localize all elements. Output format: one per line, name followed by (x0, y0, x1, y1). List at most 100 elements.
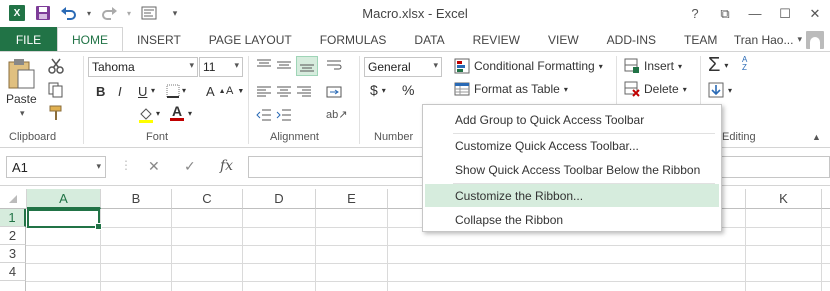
chevron-down-icon: ▾ (724, 61, 729, 70)
name-box[interactable]: A1 ▾ (6, 156, 106, 178)
menu-item-customize-qat[interactable]: Customize Quick Access Toolbar... (425, 134, 719, 157)
insert-cells-label: Insert (644, 59, 675, 73)
select-all-corner[interactable] (0, 189, 27, 209)
column-header-d[interactable]: D (243, 189, 316, 209)
tab-home[interactable]: HOME (57, 27, 123, 52)
cancel-entry-icon[interactable]: ✕ (148, 158, 160, 175)
tab-insert[interactable]: INSERT (123, 27, 195, 52)
number-format-value: General (368, 60, 411, 74)
row-header-1[interactable]: 1 (0, 209, 26, 227)
chevron-down-icon: ▾ (563, 84, 568, 94)
menu-item-add-group-to-qat[interactable]: Add Group to Quick Access Toolbar (425, 108, 719, 131)
insert-cells-button[interactable]: Insert ▾ (624, 58, 682, 74)
underline-label: U (138, 84, 148, 99)
tab-add-ins[interactable]: ADD-INS (593, 27, 670, 52)
number-format-select[interactable]: General ▾ (364, 57, 442, 77)
maximize-button[interactable]: ☐ (770, 0, 800, 27)
italic-label: I (118, 84, 122, 99)
conditional-formatting-button[interactable]: Conditional Formatting ▾ (454, 58, 603, 74)
underline-dropdown-icon[interactable]: ▾ (151, 86, 155, 95)
format-as-table-button[interactable]: Format as Table ▾ (454, 81, 568, 97)
font-name-select[interactable]: Tahoma ▾ (88, 57, 198, 77)
minimize-button[interactable]: — (740, 0, 770, 27)
confirm-entry-icon[interactable]: ✓ (184, 158, 196, 175)
wrap-text-icon[interactable] (326, 58, 342, 72)
group-separator (83, 56, 84, 144)
close-button[interactable]: ✕ (800, 0, 830, 27)
merge-center-icon[interactable] (326, 85, 342, 99)
column-header-a[interactable]: A (27, 189, 101, 209)
chevron-down-icon: ▾ (189, 60, 194, 70)
currency-button[interactable]: $ ▾ (370, 82, 386, 98)
active-cell-a1[interactable] (27, 209, 102, 230)
fill-color-dropdown-icon[interactable]: ▾ (156, 109, 160, 118)
column-header-c[interactable]: C (172, 189, 243, 209)
currency-label: $ (370, 82, 378, 98)
align-middle-icon[interactable] (276, 58, 292, 72)
orientation-icon[interactable]: ab↗ (326, 108, 347, 121)
italic-button[interactable]: I (118, 84, 122, 99)
collapse-ribbon-icon[interactable]: ▲ (812, 132, 821, 142)
column-header-b[interactable]: B (101, 189, 172, 209)
paste-button[interactable]: Paste ▾ (6, 58, 37, 119)
sort-filter-button[interactable]: AZ (742, 56, 747, 72)
borders-icon[interactable] (166, 84, 180, 98)
ribbon-context-menu: Add Group to Quick Access Toolbar Custom… (422, 104, 722, 232)
increase-font-icon[interactable]: A ▲ (206, 84, 226, 99)
increase-indent-icon[interactable] (276, 108, 292, 122)
column-header-e[interactable]: E (316, 189, 388, 209)
formula-bar-drag-handle[interactable]: ⋮ (120, 158, 132, 172)
menu-item-customize-ribbon[interactable]: Customize the Ribbon... (425, 184, 719, 207)
chevron-down-icon: ▾ (234, 60, 239, 70)
font-size-select[interactable]: 11 ▾ (199, 57, 243, 77)
bold-button[interactable]: B (96, 84, 105, 99)
percent-button[interactable]: % (402, 82, 414, 98)
format-painter-icon[interactable] (48, 105, 64, 121)
tab-formulas[interactable]: FORMULAS (306, 27, 401, 52)
align-left-icon[interactable] (256, 85, 272, 99)
align-center-icon[interactable] (276, 85, 292, 99)
user-name: Tran Hao... (733, 32, 794, 47)
chevron-down-icon: ▾ (678, 61, 683, 71)
menu-item-show-qat-below-ribbon[interactable]: Show Quick Access Toolbar Below the Ribb… (425, 158, 719, 181)
delete-cells-button[interactable]: Delete ▾ (624, 81, 687, 97)
chevron-down-icon: ▾ (682, 84, 687, 94)
help-button[interactable]: ? (680, 0, 710, 27)
tab-data[interactable]: DATA (400, 27, 458, 52)
alignment-group-label: Alignment (270, 131, 319, 143)
autosum-button[interactable]: Σ ▾ (708, 54, 728, 77)
align-bottom-icon[interactable] (296, 56, 318, 76)
row-header-3[interactable]: 3 (0, 245, 26, 263)
tab-view[interactable]: VIEW (534, 27, 593, 52)
copy-icon[interactable] (48, 82, 64, 98)
align-top-icon[interactable] (256, 58, 272, 72)
paste-label: Paste (6, 92, 37, 106)
decrease-indent-icon[interactable] (256, 108, 272, 122)
ribbon-display-options-icon[interactable]: ⧉ (710, 0, 740, 27)
chevron-down-icon: ▾ (728, 85, 733, 95)
tab-team[interactable]: TEAM (670, 27, 731, 52)
row-header-5[interactable] (0, 281, 26, 291)
fill-button[interactable]: ▾ (708, 82, 732, 98)
font-color-icon[interactable]: A (170, 104, 184, 121)
clipboard-group-label: Clipboard (9, 131, 57, 143)
borders-dropdown-icon[interactable]: ▾ (182, 86, 186, 95)
decrease-font-icon[interactable]: A ▼ (226, 85, 244, 97)
insert-function-icon[interactable]: fx (220, 158, 233, 174)
align-right-icon[interactable] (296, 85, 312, 99)
column-header-l[interactable] (822, 189, 830, 209)
row-header-4[interactable]: 4 (0, 263, 26, 281)
table-icon (454, 82, 470, 96)
menu-item-collapse-ribbon[interactable]: Collapse the Ribbon (425, 208, 719, 231)
tab-file[interactable]: FILE (0, 27, 57, 52)
tab-page-layout[interactable]: PAGE LAYOUT (195, 27, 306, 52)
fill-color-icon[interactable] (138, 106, 154, 124)
underline-button[interactable]: U (138, 84, 147, 99)
column-header-k[interactable]: K (746, 189, 822, 209)
cut-icon[interactable] (48, 58, 64, 74)
font-color-dropdown-icon[interactable]: ▾ (188, 109, 192, 118)
row-header-2[interactable]: 2 (0, 227, 26, 245)
tab-review[interactable]: REVIEW (459, 27, 534, 52)
chevron-down-icon: ▾ (433, 60, 438, 70)
user-account[interactable]: Tran Hao... ▾ (734, 27, 824, 52)
